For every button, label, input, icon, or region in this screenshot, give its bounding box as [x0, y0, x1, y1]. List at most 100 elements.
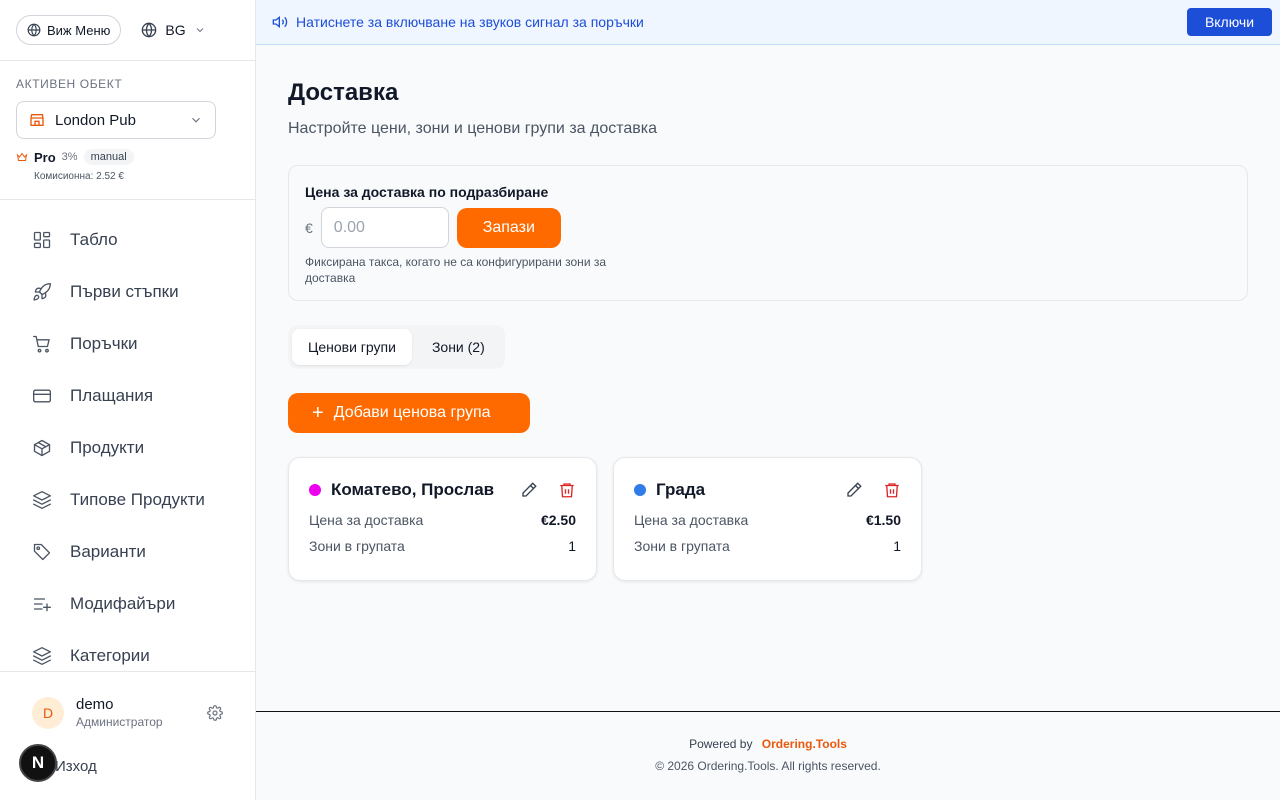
- sidebar-item-modifiers[interactable]: Модифайъри: [0, 578, 255, 630]
- sidebar: Виж Меню BG АКТИВЕН ОБЕКТ London Pub Pro…: [0, 0, 256, 800]
- credit-card-icon: [33, 389, 51, 403]
- default-price-input[interactable]: [320, 207, 449, 248]
- view-menu-label: Виж Меню: [47, 22, 111, 38]
- group-zones-value: 1: [568, 538, 576, 554]
- copyright: © 2026 Ordering.Tools. All rights reserv…: [655, 759, 881, 773]
- sidebar-nav: Табло Първи стъпки Поръчки Плащания Прод…: [0, 200, 255, 682]
- group-price-label: Цена за доставка: [309, 512, 424, 528]
- rocket-icon: [33, 282, 51, 301]
- group-zones-value: 1: [893, 538, 901, 554]
- view-menu-button[interactable]: Виж Меню: [16, 15, 122, 45]
- user-info: demo Администратор: [76, 696, 195, 729]
- banner-text[interactable]: Натиснете за включване на звуков сигнал …: [296, 14, 644, 30]
- sidebar-item-label: Типове Продукти: [70, 490, 205, 509]
- active-object-label: АКТИВЕН ОБЕКТ: [16, 77, 123, 91]
- active-object-name: London Pub: [55, 111, 136, 129]
- sidebar-item-dashboard[interactable]: Табло: [0, 214, 255, 266]
- sidebar-item-payments[interactable]: Плащания: [0, 370, 255, 422]
- plan-percent: 3%: [61, 151, 78, 163]
- tag-icon: [33, 543, 51, 561]
- default-price-label: Цена за доставка по подразбиране: [305, 184, 549, 200]
- currency-symbol: €: [305, 219, 313, 236]
- footer: Powered by Ordering.Tools © 2026 Orderin…: [256, 711, 1280, 800]
- plan-row: Pro 3% manual: [16, 149, 239, 165]
- active-object-select[interactable]: London Pub: [16, 101, 216, 139]
- sidebar-item-label: Плащания: [70, 386, 154, 405]
- cart-icon: [33, 335, 50, 353]
- price-group-header: Града: [634, 480, 901, 500]
- layers-icon: [33, 491, 51, 509]
- sidebar-item-label: Категории: [70, 646, 150, 665]
- chevron-down-icon: [196, 28, 203, 33]
- pencil-icon[interactable]: [845, 481, 863, 499]
- tab-zones[interactable]: Зони (2): [416, 329, 501, 365]
- price-group-list: Коматево, Прослав Цена за доставка €2.50…: [288, 457, 922, 581]
- powered-by: Powered by Ordering.Tools: [256, 737, 1280, 751]
- avatar: D: [32, 696, 64, 729]
- sidebar-item-label: Първи стъпки: [70, 282, 179, 301]
- price-group-header: Коматево, Прослав: [309, 480, 576, 500]
- group-zones-label: Зони в групата: [634, 538, 730, 554]
- speaker-icon: [272, 15, 288, 29]
- language-label: BG: [165, 22, 186, 38]
- plan-badge: manual: [83, 149, 134, 165]
- list-plus-icon: [33, 598, 51, 612]
- sidebar-item-label: Варианти: [70, 542, 146, 561]
- sidebar-item-products[interactable]: Продукти: [0, 422, 255, 474]
- tab-price-groups[interactable]: Ценови групи: [292, 329, 412, 365]
- sidebar-header: Виж Меню BG: [0, 0, 255, 61]
- plus-icon: +: [312, 402, 324, 424]
- sidebar-item-variants[interactable]: Варианти: [0, 526, 255, 578]
- group-color-dot: [634, 484, 646, 496]
- tabs: Ценови групи Зони (2): [288, 325, 505, 369]
- store-icon: [30, 114, 44, 126]
- active-object-section: АКТИВЕН ОБЕКТ London Pub Pro 3% manual К…: [0, 61, 255, 200]
- group-zones-label: Зони в групата: [309, 538, 405, 554]
- language-selector[interactable]: BG: [141, 22, 205, 38]
- sidebar-item-label: Табло: [70, 230, 118, 249]
- enable-sound-button[interactable]: Включи: [1187, 8, 1272, 36]
- sound-alert-banner: Натиснете за включване на звуков сигнал …: [256, 0, 1280, 45]
- commission-text: Комисионна: 2.52 €: [34, 171, 124, 182]
- logout-button[interactable]: Изход: [55, 758, 97, 775]
- add-price-group-label: Добави ценова група: [333, 404, 491, 421]
- sidebar-item-orders[interactable]: Поръчки: [0, 318, 255, 370]
- default-price-help: Фиксирана такса, когато не са конфигурир…: [305, 255, 607, 285]
- sidebar-item-first-steps[interactable]: Първи стъпки: [0, 266, 255, 318]
- group-name: Града: [656, 480, 706, 499]
- group-name: Коматево, Прослав: [331, 480, 495, 499]
- group-zones-row: Зони в групата 1: [309, 538, 576, 554]
- user-role: Администратор: [76, 715, 163, 729]
- sidebar-item-label: Продукти: [70, 438, 145, 457]
- pencil-icon[interactable]: [520, 481, 538, 499]
- globe-icon: [27, 23, 41, 37]
- brand-link[interactable]: Ordering.Tools: [762, 737, 847, 751]
- default-price-card: Цена за доставка по подразбиране € Запаз…: [288, 165, 1248, 301]
- save-button[interactable]: Запази: [456, 207, 561, 248]
- page-title: Доставка: [288, 79, 399, 106]
- group-color-dot: [309, 484, 321, 496]
- layers-icon: [33, 647, 51, 665]
- trash-icon[interactable]: [558, 481, 576, 499]
- group-price-value: €1.50: [865, 512, 901, 528]
- gear-icon[interactable]: [207, 704, 223, 721]
- trash-icon[interactable]: [883, 481, 901, 499]
- group-price-label: Цена за доставка: [634, 512, 749, 528]
- next-dev-badge[interactable]: N: [19, 744, 57, 782]
- powered-by-label: Powered by: [689, 737, 753, 751]
- group-price-row: Цена за доставка €2.50: [309, 512, 576, 528]
- sidebar-item-product-types[interactable]: Типове Продукти: [0, 474, 255, 526]
- price-group-card: Града Цена за доставка €1.50 Зони в груп…: [613, 457, 922, 581]
- page-subtitle: Настройте цени, зони и ценови групи за д…: [288, 120, 658, 137]
- add-price-group-button[interactable]: + Добави ценова група: [288, 393, 530, 433]
- user-row: D demo Администратор: [0, 672, 255, 729]
- default-price-row: € Запази: [305, 207, 1231, 248]
- plan-name: Pro: [34, 149, 56, 165]
- price-group-card: Коматево, Прослав Цена за доставка €2.50…: [288, 457, 597, 581]
- box-icon: [33, 439, 51, 457]
- dashboard-icon: [33, 231, 51, 249]
- user-name: demo: [76, 696, 114, 713]
- sidebar-item-label: Поръчки: [70, 334, 138, 353]
- group-zones-row: Зони в групата 1: [634, 538, 901, 554]
- group-price-value: €2.50: [540, 512, 576, 528]
